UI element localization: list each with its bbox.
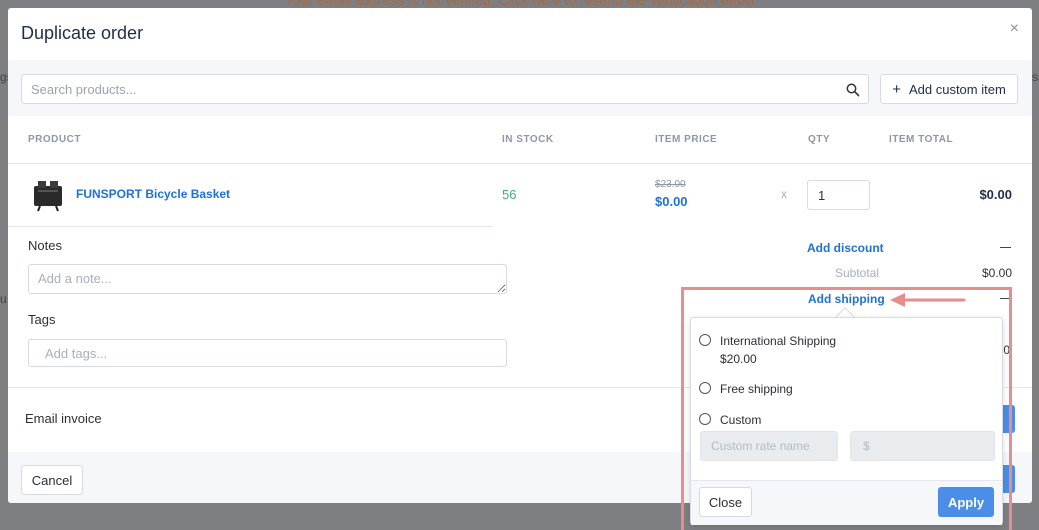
shipping-options-popover: International Shipping $20.00 Free shipp… — [690, 317, 1003, 525]
shipping-option-international[interactable]: International Shipping $20.00 — [699, 332, 836, 368]
shipping-option-free[interactable]: Free shipping — [699, 380, 793, 398]
search-icon[interactable] — [846, 83, 860, 97]
add-shipping-link[interactable]: Add shipping — [808, 292, 885, 306]
custom-rate-price-input[interactable] — [850, 431, 995, 461]
shipping-option-price: $20.00 — [720, 352, 757, 366]
product-name-link[interactable]: FUNSPORT Bicycle Basket — [76, 187, 230, 201]
divider — [8, 163, 1032, 164]
search-products-input[interactable] — [22, 75, 868, 103]
product-thumbnail — [34, 181, 62, 212]
add-custom-item-label: Add custom item — [908, 81, 1006, 97]
subtotal-value: $0.00 — [981, 266, 1012, 280]
stock-count: 56 — [502, 187, 517, 202]
shipping-option-name: Free shipping — [720, 382, 793, 396]
quantity-input[interactable] — [807, 180, 870, 210]
popover-footer: Close Apply — [691, 480, 1002, 525]
column-header-item-price: ITEM PRICE — [655, 134, 718, 145]
search-box — [21, 74, 869, 104]
original-price: $23.00 — [655, 179, 686, 190]
subtotal-label: Subtotal — [835, 266, 880, 280]
annotation-arrow-icon — [890, 293, 966, 307]
cancel-button[interactable]: Cancel — [21, 465, 83, 495]
plus-icon: + — [892, 80, 901, 98]
radio-button[interactable] — [699, 334, 711, 346]
background-text-fragment: u — [0, 292, 7, 306]
item-price[interactable]: $0.00 — [655, 194, 688, 209]
add-custom-item-button[interactable]: + Add custom item — [880, 74, 1018, 104]
shipping-option-custom[interactable]: Custom — [699, 411, 761, 429]
shipping-option-name: Custom — [720, 413, 762, 427]
close-icon[interactable]: × — [1010, 20, 1019, 38]
tags-input[interactable] — [28, 339, 507, 367]
add-discount-link[interactable]: Add discount — [807, 241, 884, 255]
notes-field[interactable] — [28, 264, 507, 294]
column-header-product: PRODUCT — [28, 134, 81, 145]
notes-label: Notes — [28, 238, 62, 253]
column-header-in-stock: IN STOCK — [502, 134, 554, 145]
radio-button[interactable] — [699, 413, 711, 425]
divider — [8, 226, 493, 227]
modal-title: Duplicate order — [21, 23, 144, 43]
minus-icon[interactable] — [1000, 298, 1011, 299]
tags-label: Tags — [28, 312, 56, 327]
minus-icon[interactable] — [1000, 247, 1011, 248]
popover-close-button[interactable]: Close — [699, 487, 752, 517]
email-invoice-label[interactable]: Email invoice — [25, 411, 102, 426]
radio-button[interactable] — [699, 382, 711, 394]
column-header-qty: QTY — [808, 134, 831, 145]
background-text-fragment: ss — [1032, 70, 1039, 84]
modal-header: Duplicate order × — [8, 8, 1032, 60]
shipping-option-name: International Shipping — [720, 334, 837, 348]
search-bar: + Add custom item — [8, 60, 1032, 116]
verification-banner[interactable]: Your email address is not verified. Clic… — [0, 0, 1039, 8]
column-header-item-total: ITEM TOTAL — [889, 134, 954, 145]
multiply-sign: x — [781, 187, 787, 201]
custom-rate-name-input[interactable] — [700, 431, 838, 461]
item-total: $0.00 — [979, 187, 1012, 202]
popover-apply-button[interactable]: Apply — [938, 487, 994, 517]
